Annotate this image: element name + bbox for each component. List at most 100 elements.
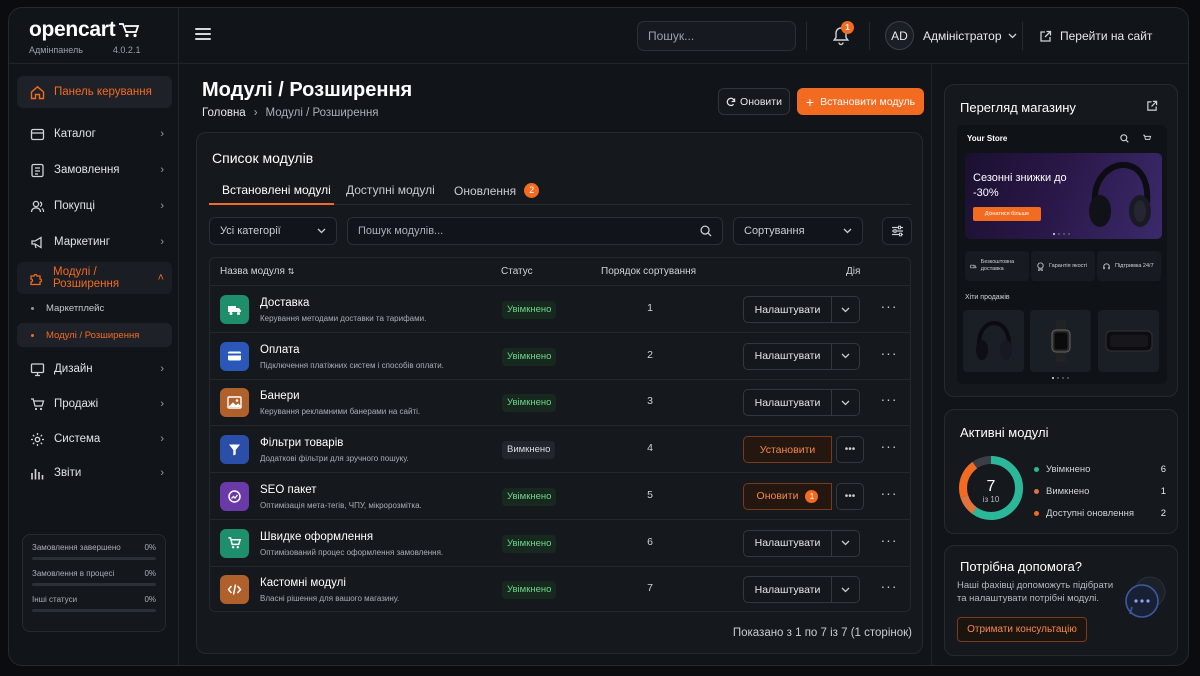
stat-value: 0%: [144, 595, 156, 604]
code-icon: [220, 575, 249, 605]
avatar[interactable]: AD: [885, 21, 914, 50]
sidebar-item-extensions[interactable]: Модулі / Розширення ˄: [17, 262, 172, 294]
sidebar-subitem-marketplace[interactable]: Маркетплейс: [17, 296, 172, 320]
search-icon[interactable]: [700, 225, 712, 237]
carousel-dots: [1053, 233, 1070, 235]
global-search-input[interactable]: [648, 29, 803, 43]
brand-logo[interactable]: opencart Адмінпанель 4.0.2.1: [29, 18, 140, 55]
help-title: Потрібна допомога?: [960, 559, 1082, 574]
breadcrumb-home[interactable]: Головна: [202, 107, 246, 119]
module-action-button[interactable]: Налаштувати: [743, 529, 832, 557]
row-menu-icon[interactable]: ···: [880, 486, 898, 503]
sidebar-item-label: Модулі / Розширення: [53, 266, 120, 290]
module-name[interactable]: Доставка: [260, 297, 309, 309]
seo-icon: [220, 481, 249, 511]
active-total: 7: [987, 478, 996, 495]
module-action-button[interactable]: Установити: [743, 436, 832, 464]
table-row[interactable]: SEO пакет Оптимізація мета-тегів, ЧПУ, мі…: [210, 473, 910, 520]
module-action-button[interactable]: Налаштувати: [743, 576, 832, 604]
table-row[interactable]: Оплата Підключення платіжних систем і спо…: [210, 333, 910, 380]
sidebar-item-label: Звіти: [54, 467, 82, 479]
module-action-button[interactable]: Налаштувати: [743, 296, 832, 323]
dropdown-toggle[interactable]: [832, 529, 860, 557]
global-search[interactable]: [637, 21, 803, 51]
consultation-button[interactable]: Отримати консультацію: [957, 617, 1087, 642]
stat-progress-bar: [32, 557, 156, 560]
category-select[interactable]: Усі категорії: [209, 217, 337, 245]
panel-title: Список модулів: [212, 150, 314, 166]
module-name[interactable]: Швидке оформлення: [260, 531, 373, 543]
tab-available[interactable]: Доступні модулі: [346, 183, 435, 197]
module-name[interactable]: Кастомні модулі: [260, 577, 346, 589]
column-header-name[interactable]: Назва модуля ⇅: [220, 266, 294, 277]
row-menu-icon[interactable]: ···: [880, 533, 898, 550]
refresh-button[interactable]: Оновити: [718, 88, 790, 115]
more-actions-button[interactable]: •••: [836, 482, 864, 510]
sort-select[interactable]: Сортування: [733, 217, 863, 245]
row-menu-icon[interactable]: ···: [880, 299, 898, 316]
filter-settings-button[interactable]: [882, 217, 912, 245]
module-search-input[interactable]: [358, 225, 700, 237]
sidebar-item-label: Панель керування: [54, 86, 152, 98]
module-search[interactable]: [347, 217, 723, 245]
module-action-button[interactable]: Оновити 1: [743, 482, 832, 510]
cart-icon: [1143, 134, 1152, 140]
sidebar-item-customers[interactable]: Покупці ›: [17, 190, 172, 222]
sidebar-item-orders[interactable]: Замовлення ›: [17, 154, 172, 186]
chevron-down-icon: [1008, 33, 1016, 39]
tab-installed[interactable]: Встановлені модулі: [222, 183, 331, 197]
column-header-action: Дія: [846, 266, 861, 277]
sidebar-item-design[interactable]: Дизайн ›: [17, 353, 172, 385]
tab-updates[interactable]: Оновлення 2: [454, 183, 540, 198]
module-action-button[interactable]: Налаштувати: [743, 389, 832, 417]
more-actions-button[interactable]: •••: [836, 436, 864, 464]
install-module-button[interactable]: + Встановити модуль: [797, 88, 924, 115]
table-row[interactable]: Фільтри товарів Додаткові фільтри для зру…: [210, 426, 910, 474]
sidebar-item-label: Дизайн: [54, 363, 93, 375]
sidebar-subitem-extensions[interactable]: Модулі / Розширення: [17, 323, 172, 347]
chevron-right-icon: ›: [160, 398, 164, 410]
cart-icon: [220, 528, 249, 558]
table-row[interactable]: Доставка Керування методами доставки та т…: [210, 286, 910, 333]
go-to-site-link[interactable]: Перейти на сайт: [1039, 29, 1152, 43]
sidebar-item-label: Покупці: [54, 200, 95, 212]
tab-label: Оновлення: [454, 183, 517, 198]
module-name[interactable]: SEO пакет: [260, 484, 317, 496]
module-action-button[interactable]: Налаштувати: [743, 342, 832, 370]
sidebar-item-system[interactable]: Система ›: [17, 423, 172, 455]
table-row[interactable]: Кастомні модулі Власні рішення для вашого…: [210, 566, 910, 611]
external-link-icon[interactable]: [1146, 100, 1158, 112]
sidebar-item-dashboard[interactable]: Панель керування: [17, 76, 172, 108]
dropdown-toggle[interactable]: [832, 342, 860, 370]
sidebar-item-catalog[interactable]: Каталог ›: [17, 118, 172, 150]
row-menu-icon[interactable]: ···: [880, 439, 898, 456]
category-select-value: Усі категорії: [220, 225, 281, 237]
admin-window: opencart Адмінпанель 4.0.2.1 1 AD Адміні…: [8, 7, 1189, 666]
modules-panel: Список модулів Встановлені модулі Доступ…: [196, 132, 923, 654]
chevron-right-icon: ›: [160, 433, 164, 445]
dropdown-toggle[interactable]: [832, 389, 860, 417]
help-text: Наші фахівці допоможуть підібрати та нал…: [957, 580, 1114, 604]
dropdown-toggle[interactable]: [832, 576, 860, 604]
dropdown-toggle[interactable]: [832, 296, 860, 323]
module-name[interactable]: Банери: [260, 390, 300, 402]
row-menu-icon[interactable]: ···: [880, 392, 898, 409]
table-row[interactable]: Банери Керування рекламними банерами на с…: [210, 379, 910, 427]
module-name[interactable]: Фільтри товарів: [260, 437, 343, 449]
sidebar-item-label: Маркетинг: [54, 236, 110, 248]
module-name[interactable]: Оплата: [260, 344, 300, 356]
table-row[interactable]: Швидке оформлення Оптимізований процес оф…: [210, 520, 910, 567]
status-badge: Вимкнено: [502, 441, 556, 460]
chevron-down-icon: [317, 228, 326, 234]
sidebar-item-sales[interactable]: Продажі ›: [17, 388, 172, 420]
sidebar-item-reports[interactable]: Звіти ›: [17, 457, 172, 489]
row-menu-icon[interactable]: ···: [880, 346, 898, 363]
store-preview-frame[interactable]: Your Store Сезонні знижки до -30% Дізнат…: [957, 125, 1167, 384]
tag-icon: [29, 126, 45, 142]
row-menu-icon[interactable]: ···: [880, 579, 898, 596]
menu-toggle-icon[interactable]: [195, 28, 211, 42]
admin-menu[interactable]: Адміністратор: [923, 29, 1017, 43]
sidebar-item-marketing[interactable]: Маркетинг ›: [17, 226, 172, 258]
refresh-icon: [726, 97, 736, 106]
module-description: Оптимізований процес оформлення замовлен…: [260, 547, 444, 557]
